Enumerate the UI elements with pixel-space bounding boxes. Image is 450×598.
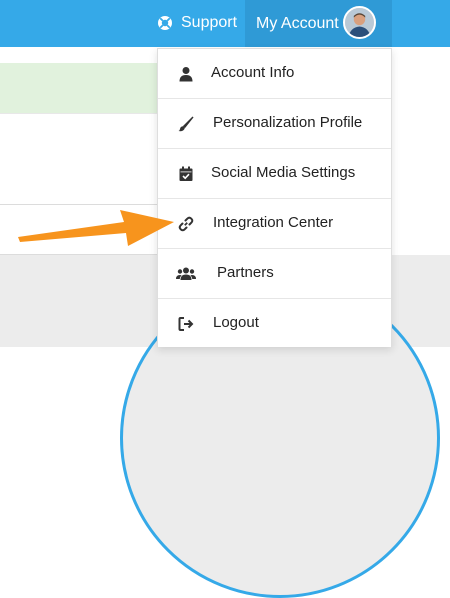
menu-item-logout[interactable]: Logout xyxy=(158,299,391,349)
menu-item-account-info[interactable]: Account Info xyxy=(158,49,391,99)
support-link[interactable]: Support xyxy=(157,12,237,34)
my-account-label: My Account xyxy=(256,14,339,32)
menu-item-label: Personalization Profile xyxy=(213,114,363,131)
menu-item-label: Social Media Settings xyxy=(211,164,356,181)
account-dropdown-menu: Account Info Personalization Profile Soc… xyxy=(157,48,392,347)
menu-item-personalization-profile[interactable]: Personalization Profile xyxy=(158,99,391,149)
support-label: Support xyxy=(181,14,238,31)
divider xyxy=(0,113,158,114)
menu-item-label: Partners xyxy=(217,264,274,281)
page-highlight-panel xyxy=(0,63,158,113)
sign-out-icon xyxy=(178,316,194,332)
menu-item-label: Logout xyxy=(213,314,259,331)
calendar-check-icon xyxy=(178,166,194,182)
menu-item-label: Integration Center xyxy=(213,214,334,231)
link-icon xyxy=(178,216,194,232)
menu-item-integration-center[interactable]: Integration Center xyxy=(158,199,391,249)
paintbrush-icon xyxy=(178,116,194,132)
lifebuoy-icon xyxy=(157,15,173,31)
orange-arrow-icon xyxy=(18,210,174,246)
user-icon xyxy=(178,66,194,82)
users-icon xyxy=(176,266,196,282)
menu-item-partners[interactable]: Partners xyxy=(158,249,391,299)
avatar[interactable] xyxy=(343,6,376,39)
menu-item-social-media-settings[interactable]: Social Media Settings xyxy=(158,149,391,199)
menu-item-label: Account Info xyxy=(211,64,295,81)
top-navigation-bar: Support My Account xyxy=(0,0,450,47)
